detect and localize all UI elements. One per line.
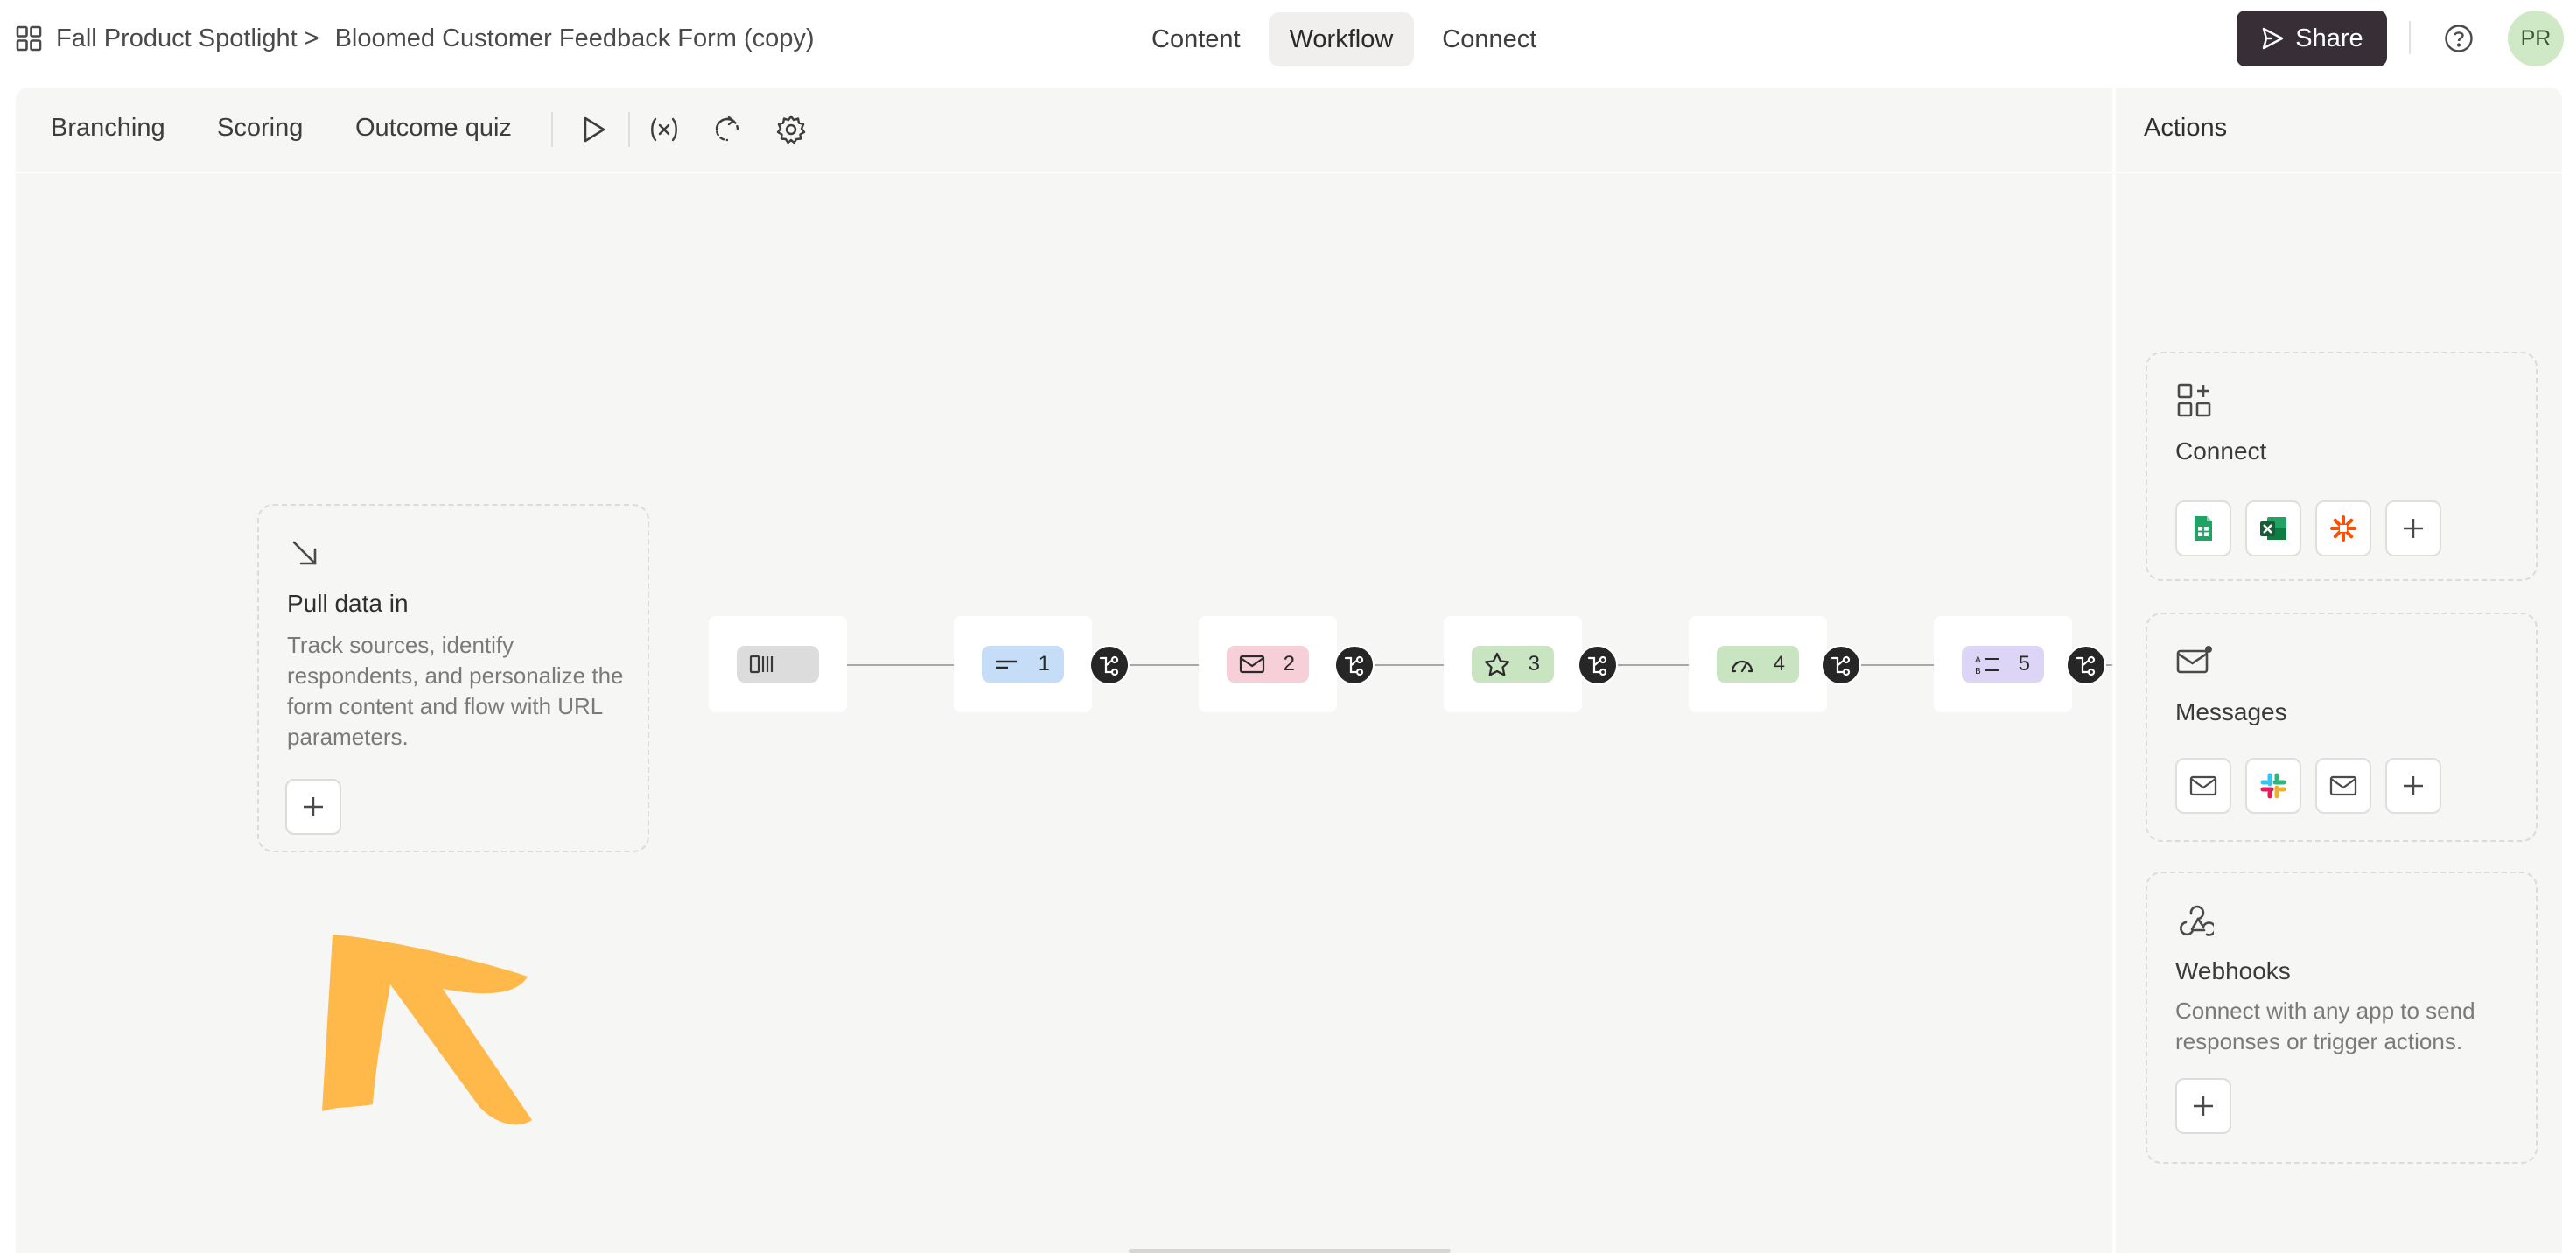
avatar[interactable]: PR	[2508, 10, 2564, 66]
excel-icon[interactable]	[2245, 500, 2301, 556]
connect-integrations	[2175, 500, 2441, 556]
short-text-icon	[994, 655, 1018, 673]
pull-data-card: Pull data in Track sources, identify res…	[257, 504, 649, 852]
welcome-screen-icon	[749, 654, 775, 675]
main-tabs: Content Workflow Connect	[1130, 12, 1558, 66]
add-url-parameter-button[interactable]	[285, 779, 341, 835]
help-icon[interactable]	[2444, 24, 2474, 53]
toolbar-tab-branching[interactable]: Branching	[51, 114, 165, 143]
svg-text:A: A	[1975, 655, 1981, 665]
toolbar-divider	[628, 112, 630, 147]
pull-data-description: Track sources, identify respondents, and…	[287, 632, 624, 750]
node-pill: 2	[1227, 646, 1309, 682]
workflow-canvas[interactable]: Branching Scoring Outcome quiz Pull data…	[16, 88, 2562, 1253]
actions-header-rule	[2116, 172, 2562, 173]
branch-icon[interactable]	[2066, 645, 2106, 685]
breadcrumb-separator: >	[304, 24, 319, 52]
node-pill: 3	[1472, 646, 1554, 682]
branch-icon[interactable]	[1089, 645, 1130, 685]
webhook-icon	[2175, 901, 2214, 940]
star-rating-icon	[1484, 652, 1510, 676]
flow-node-2[interactable]: 2	[1199, 616, 1337, 712]
tab-content[interactable]: Content	[1130, 12, 1262, 66]
workspace-grid-icon[interactable]	[16, 25, 42, 52]
email-icon	[1239, 654, 1265, 675]
webhooks-title: Webhooks	[2175, 957, 2291, 984]
actions-panel-divider	[2112, 88, 2116, 1253]
tab-workflow[interactable]: Workflow	[1268, 12, 1415, 66]
node-number: 4	[1773, 652, 1785, 676]
messages-card: Messages	[2146, 612, 2538, 842]
flow-node-3[interactable]: 3	[1444, 616, 1582, 712]
connect-title: Connect	[2175, 438, 2267, 465]
slack-icon[interactable]	[2245, 758, 2301, 814]
connect-card: Connect	[2146, 352, 2538, 581]
flow-node-4[interactable]: 4	[1689, 616, 1827, 712]
node-pill: 1	[982, 646, 1064, 682]
redirect-icon[interactable]	[711, 114, 743, 145]
messages-title: Messages	[2175, 698, 2287, 725]
zapier-icon[interactable]	[2315, 500, 2371, 556]
share-label: Share	[2295, 24, 2363, 52]
top-bar: Fall Product Spotlight > Bloomed Custome…	[0, 0, 2576, 77]
flow-node-welcome[interactable]	[709, 616, 847, 712]
share-button[interactable]: Share	[2236, 10, 2387, 66]
node-number: 2	[1283, 652, 1295, 676]
tab-connect[interactable]: Connect	[1421, 12, 1558, 66]
node-pill: A B 5	[1962, 646, 2044, 682]
breadcrumb: Fall Product Spotlight > Bloomed Custome…	[16, 19, 815, 58]
play-icon[interactable]	[578, 114, 609, 145]
multiple-choice-icon: A B	[1974, 653, 2000, 676]
form-title[interactable]: Bloomed Customer Feedback Form (copy)	[335, 24, 815, 53]
toolbar-tab-outcome-quiz[interactable]: Outcome quiz	[355, 114, 512, 143]
webhooks-description: Connect with any app to send responses o…	[2175, 998, 2475, 1054]
add-message-integration-button[interactable]	[2385, 758, 2441, 814]
flow-node-1[interactable]: 1	[954, 616, 1092, 712]
messages-integrations	[2175, 758, 2441, 814]
toolbar-tab-scoring[interactable]: Scoring	[217, 114, 303, 143]
branch-icon[interactable]	[1578, 645, 1618, 685]
flow-node-5[interactable]: A B 5	[1934, 616, 2072, 712]
svg-text:B: B	[1975, 667, 1981, 676]
breadcrumb-workspace[interactable]: Fall Product Spotlight	[56, 24, 298, 53]
horizontal-scrollbar[interactable]	[1129, 1249, 1451, 1253]
email-icon[interactable]	[2175, 758, 2231, 814]
annotation-arrow-icon	[322, 934, 532, 1125]
webhooks-card: Webhooks Connect with any app to send re…	[2146, 872, 2538, 1164]
send-icon	[2260, 26, 2285, 51]
node-number: 5	[2018, 652, 2030, 676]
branch-icon[interactable]	[1334, 645, 1375, 685]
messages-icon	[2175, 642, 2214, 681]
pull-data-title: Pull data in	[287, 590, 409, 617]
add-connect-integration-button[interactable]	[2385, 500, 2441, 556]
arrow-down-right-icon	[289, 537, 320, 569]
node-pill: 4	[1717, 646, 1799, 682]
node-number: 3	[1528, 652, 1540, 676]
variables-icon[interactable]	[648, 114, 680, 145]
node-pill	[737, 646, 819, 682]
flow-connector	[845, 664, 968, 666]
opinion-scale-icon	[1729, 654, 1755, 675]
branch-icon[interactable]	[1821, 645, 1861, 685]
header-divider	[2409, 21, 2411, 54]
apps-add-icon	[2175, 382, 2214, 420]
email-icon[interactable]	[2315, 758, 2371, 814]
settings-icon[interactable]	[775, 114, 807, 145]
node-number: 1	[1038, 652, 1050, 676]
workflow-toolbar: Branching Scoring Outcome quiz	[16, 88, 2112, 173]
add-webhook-button[interactable]	[2175, 1078, 2231, 1134]
actions-title: Actions	[2144, 114, 2228, 142]
toolbar-divider	[551, 112, 553, 147]
google-sheets-icon[interactable]	[2175, 500, 2231, 556]
